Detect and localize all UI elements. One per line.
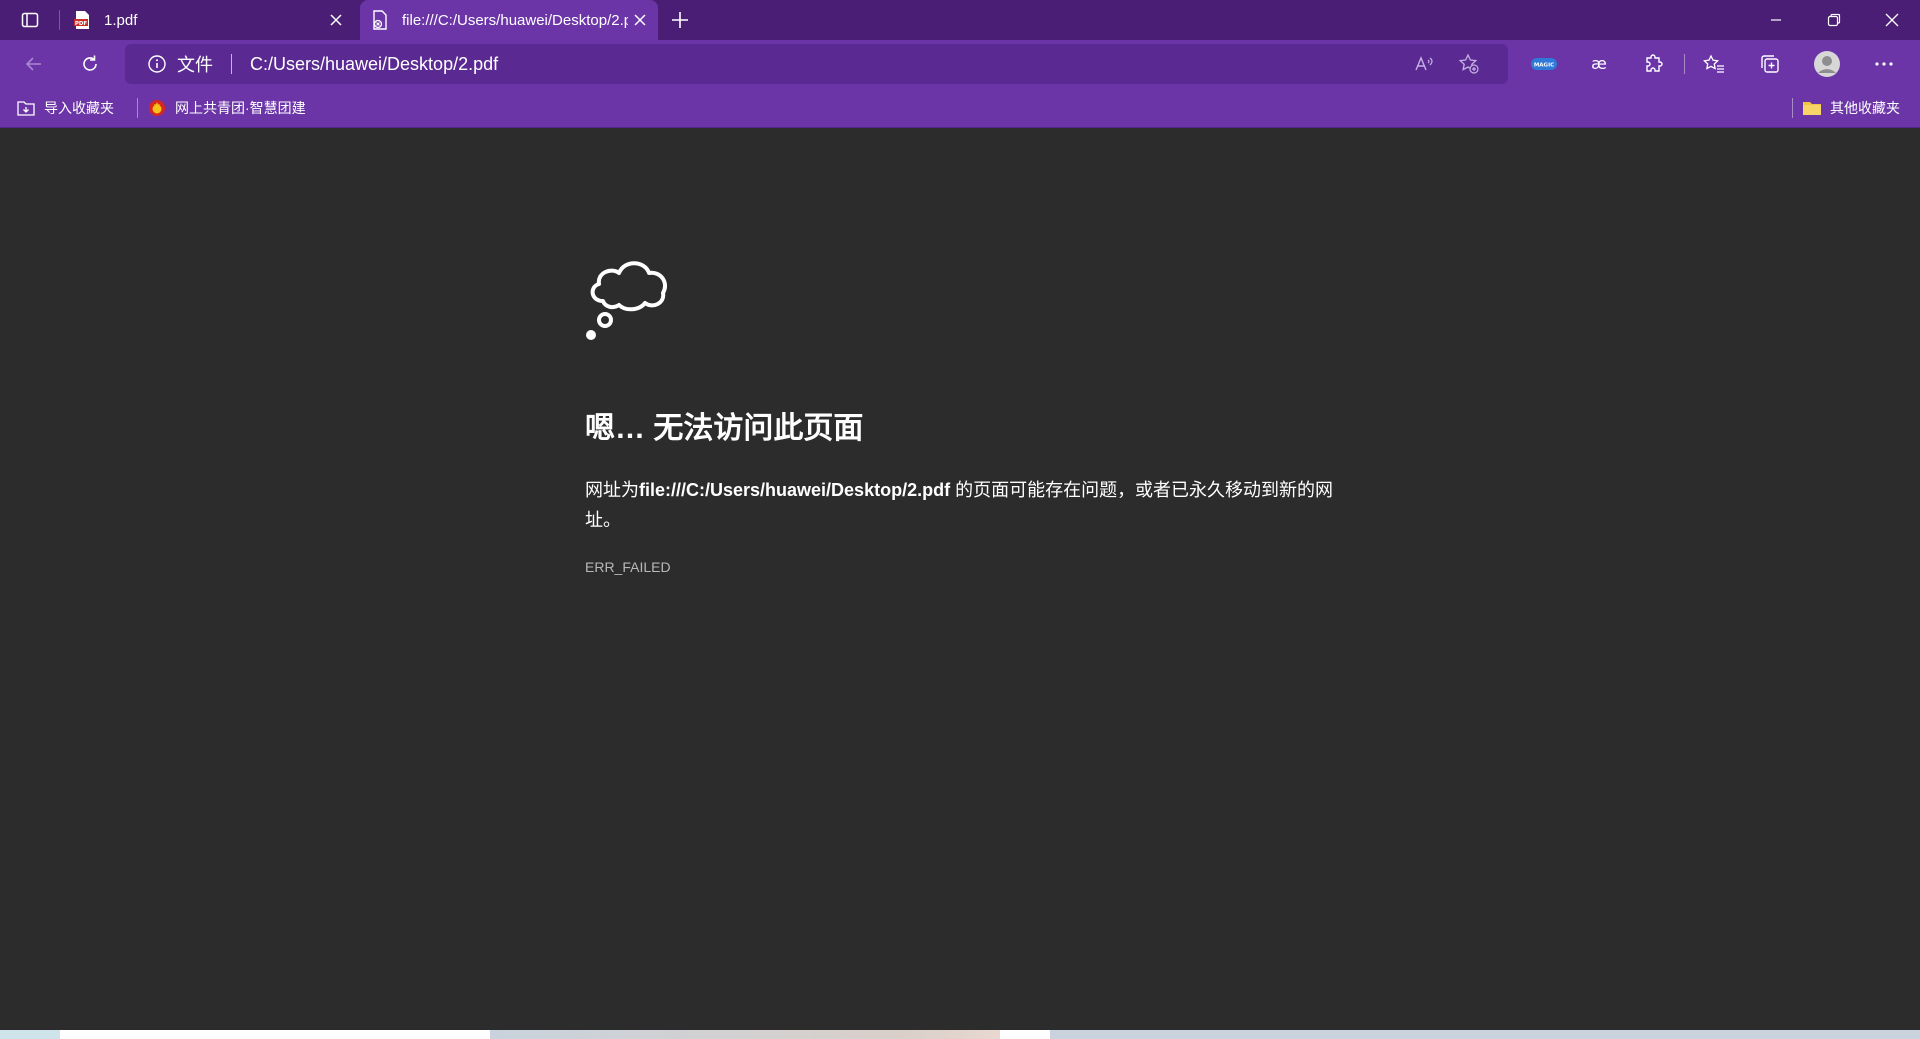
error-title: 嗯… 无法访问此页面 (585, 412, 864, 445)
url-text[interactable]: C:/Users/huawei/Desktop/2.pdf (250, 54, 498, 75)
tab-actions-icon (21, 12, 39, 28)
bookmark-label: 网上共青团·智慧团建 (175, 100, 306, 116)
bookmark-separator (137, 98, 138, 118)
tab-title: file:///C:/Users/huawei/Desktop/2.pdf (402, 11, 628, 29)
site-info-button[interactable]: 文件 (147, 51, 213, 77)
cyl-emblem-icon (147, 98, 167, 118)
site-label: 文件 (177, 55, 213, 75)
restore-button[interactable] (1806, 0, 1862, 40)
refresh-icon (83, 55, 97, 71)
tab-separator (59, 10, 60, 30)
tab-1pdf[interactable]: PDF 1.pdf (62, 0, 354, 40)
folder-icon (1802, 98, 1822, 118)
other-favorites-label: 其他收藏夹 (1830, 100, 1900, 116)
address-separator (231, 54, 232, 74)
close-icon (1885, 13, 1899, 27)
error-desc-url: file:///C:/Users/huawei/Desktop/2.pdf (639, 480, 951, 500)
toolbar-separator (1684, 54, 1685, 74)
refresh-button[interactable] (72, 48, 108, 80)
more-icon (1875, 62, 1893, 66)
import-favorites-label: 导入收藏夹 (44, 100, 114, 116)
other-favorites-button[interactable]: 其他收藏夹 (1802, 96, 1900, 120)
page-content: 嗯… 无法访问此页面 网址为file:///C:/Users/huawei/De… (0, 129, 1920, 1030)
favorites-icon (1703, 54, 1724, 73)
collections-icon (1761, 55, 1779, 73)
svg-text:æ: æ (1591, 55, 1607, 73)
favorites-bar: 导入收藏夹 网上共青团·智慧团建 其他收藏夹 (0, 88, 1920, 128)
ae-ligature-icon: æ (1591, 55, 1607, 73)
plus-icon (672, 12, 688, 28)
bookmark-item[interactable]: 网上共青团·智慧团建 (147, 96, 306, 120)
puzzle-icon (1646, 54, 1663, 72)
close-tab-icon[interactable] (324, 8, 348, 32)
back-arrow-icon (25, 57, 41, 71)
tab-2pdf[interactable]: file:///C:/Users/huawei/Desktop/2.pdf (360, 0, 658, 40)
svg-text:MAGIC: MAGIC (1534, 63, 1554, 69)
minimize-icon (1771, 19, 1781, 21)
tab-title: 1.pdf (104, 11, 138, 29)
import-favorites-icon (16, 98, 36, 118)
svg-text:PDF: PDF (75, 21, 88, 27)
back-button[interactable] (16, 48, 52, 80)
pdf-icon: PDF (72, 10, 92, 30)
address-bar[interactable]: 文件 C:/Users/huawei/Desktop/2.pdf (125, 44, 1508, 84)
avatar-icon (1814, 51, 1840, 77)
restore-icon (1827, 13, 1841, 27)
bookmark-separator (1792, 98, 1793, 118)
error-desc-prefix: 网址为 (585, 480, 639, 500)
error-description: 网址为file:///C:/Users/huawei/Desktop/2.pdf… (585, 475, 1335, 535)
profile-button[interactable] (1809, 48, 1845, 80)
close-window-button[interactable] (1864, 0, 1920, 40)
magic-extension-button[interactable]: MAGIC (1526, 48, 1562, 80)
broken-file-icon (370, 10, 390, 30)
thought-cloud-icon (583, 253, 679, 354)
magic-extension-icon: MAGIC (1531, 58, 1557, 70)
import-favorites-button[interactable]: 导入收藏夹 (16, 96, 114, 120)
add-favorite-icon[interactable] (1453, 52, 1485, 76)
collections-button[interactable] (1752, 48, 1788, 80)
minimize-button[interactable] (1748, 0, 1804, 40)
info-icon (148, 55, 166, 73)
error-code: ERR_FAILED (585, 559, 671, 575)
favorites-button[interactable] (1696, 48, 1732, 80)
settings-more-button[interactable] (1866, 48, 1902, 80)
taskbar-edge (0, 1030, 1920, 1039)
new-tab-button[interactable] (664, 5, 696, 35)
ae-extension-button[interactable]: æ (1581, 48, 1617, 80)
read-aloud-icon[interactable] (1409, 52, 1441, 76)
close-tab-icon[interactable] (628, 8, 652, 32)
title-bar: PDF 1.pdf file:///C:/Users/huawei/Deskto… (0, 0, 1920, 40)
navigation-toolbar: 文件 C:/Users/huawei/Desktop/2.pdf MAGIC æ (0, 40, 1920, 88)
tab-actions-button[interactable] (10, 5, 50, 35)
extensions-button[interactable] (1636, 48, 1672, 80)
